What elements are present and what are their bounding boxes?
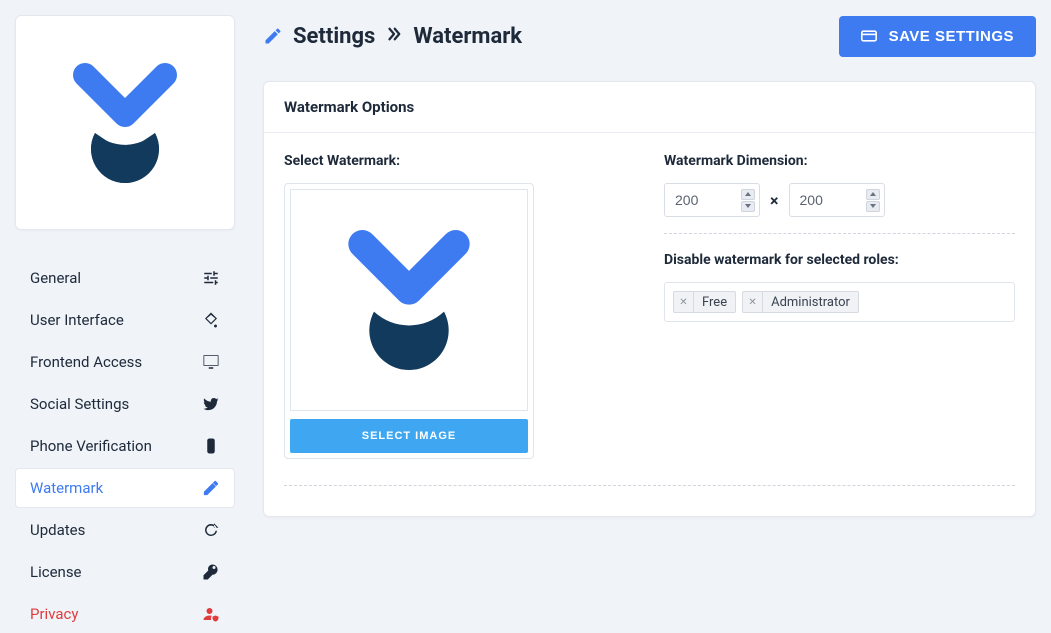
sidebar-item-label: Phone Verification (30, 437, 152, 455)
dimension-separator: × (770, 191, 779, 210)
sidebar-nav: General User Interface Frontend Access S… (15, 258, 235, 633)
breadcrumb-current: Watermark (413, 24, 522, 49)
sidebar-item-watermark[interactable]: Watermark (15, 468, 235, 508)
select-image-button[interactable]: SELECT IMAGE (290, 419, 528, 453)
sidebar-item-label: General (30, 269, 81, 287)
phone-icon (202, 437, 220, 455)
select-watermark-section: Select Watermark: SELECT IMAGE (284, 153, 534, 459)
sidebar-item-license[interactable]: License (15, 552, 235, 592)
user-shield-icon (202, 605, 220, 623)
watermark-preview-image (290, 189, 528, 411)
pencil-icon (202, 479, 220, 497)
height-step-down[interactable] (866, 201, 880, 212)
monitor-icon (202, 353, 220, 371)
breadcrumb: Settings Watermark (263, 24, 522, 49)
select-watermark-label: Select Watermark: (284, 153, 534, 169)
panel-bottom-divider (284, 485, 1015, 486)
sidebar-item-social-settings[interactable]: Social Settings (15, 384, 235, 424)
sidebar-item-user-interface[interactable]: User Interface (15, 300, 235, 340)
twitter-icon (202, 395, 220, 413)
role-chip-label: Free (694, 295, 735, 310)
sidebar-item-updates[interactable]: Updates (15, 510, 235, 550)
sidebar-item-frontend-access[interactable]: Frontend Access (15, 342, 235, 382)
key-icon (202, 563, 220, 581)
width-step-up[interactable] (741, 189, 755, 200)
panel-body: Select Watermark: SELECT IMAGE (264, 133, 1035, 516)
dimension-row: × (664, 183, 1015, 217)
panel-title: Watermark Options (264, 82, 1035, 133)
watermark-preview-card: SELECT IMAGE (284, 183, 534, 459)
role-chip-administrator: ✕ Administrator (742, 291, 859, 313)
refresh-icon (202, 521, 220, 539)
sidebar-item-privacy[interactable]: Privacy (15, 594, 235, 633)
width-step-down[interactable] (741, 201, 755, 212)
role-chip-free: ✕ Free (673, 291, 736, 313)
sidebar-item-label: Social Settings (30, 395, 129, 413)
sliders-icon (202, 269, 220, 287)
sidebar-item-label: User Interface (30, 311, 124, 329)
save-button-label: SAVE SETTINGS (889, 28, 1014, 45)
page-header: Settings Watermark SAVE SETTINGS (263, 15, 1036, 57)
watermark-settings-section: Watermark Dimension: × (554, 153, 1015, 322)
dimension-label: Watermark Dimension: (664, 153, 1015, 169)
sidebar-item-label: Updates (30, 521, 85, 539)
sidebar-item-label: Frontend Access (30, 353, 142, 371)
sidebar-item-phone-verification[interactable]: Phone Verification (15, 426, 235, 466)
disable-roles-label: Disable watermark for selected roles: (664, 252, 1015, 268)
sidebar: General User Interface Frontend Access S… (15, 15, 235, 633)
app-logo (65, 53, 185, 193)
remove-role-administrator[interactable]: ✕ (743, 292, 763, 312)
chevron-double-right-icon (385, 24, 403, 49)
breadcrumb-root: Settings (293, 24, 375, 49)
save-settings-button[interactable]: SAVE SETTINGS (839, 16, 1036, 57)
sidebar-item-general[interactable]: General (15, 258, 235, 298)
pencil-icon (263, 26, 283, 46)
logo-card (15, 15, 235, 230)
save-icon (861, 29, 877, 43)
roles-input[interactable]: ✕ Free ✕ Administrator (664, 282, 1015, 322)
role-chip-label: Administrator (763, 295, 858, 310)
sidebar-item-label: License (30, 563, 82, 581)
remove-role-free[interactable]: ✕ (674, 292, 694, 312)
paint-icon (202, 311, 220, 329)
sidebar-item-label: Watermark (30, 479, 103, 497)
watermark-options-panel: Watermark Options Select Watermark: (263, 81, 1036, 517)
main-area: Settings Watermark SAVE SETTINGS Waterma… (263, 15, 1036, 517)
sidebar-item-label: Privacy (30, 605, 78, 623)
height-step-up[interactable] (866, 189, 880, 200)
section-divider (664, 233, 1015, 234)
